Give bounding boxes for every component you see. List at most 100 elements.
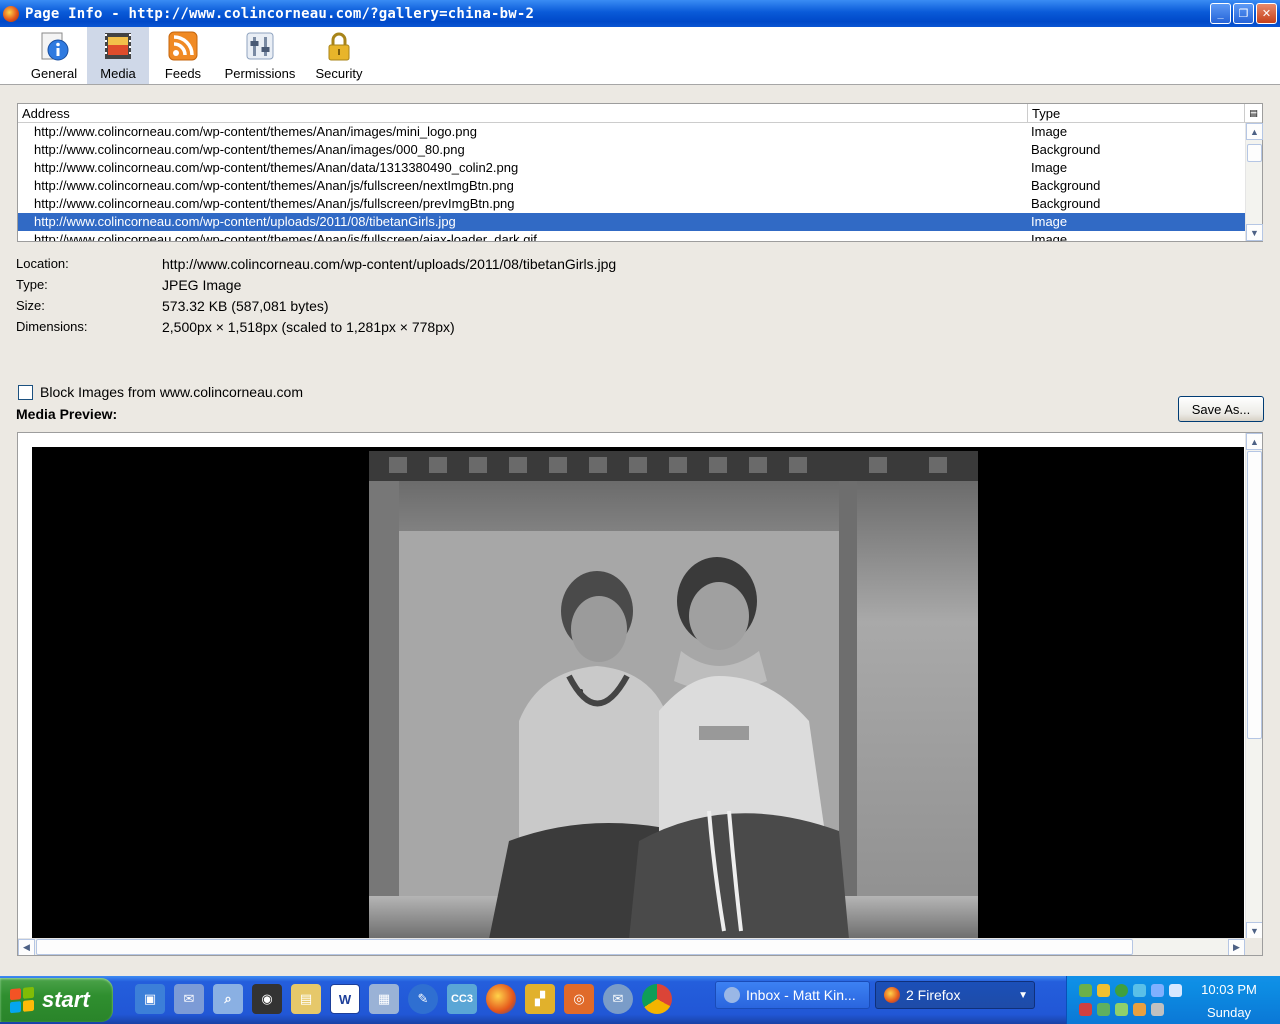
sync-icon[interactable] bbox=[1133, 984, 1146, 997]
tab-general-label: General bbox=[30, 66, 78, 81]
start-label: start bbox=[42, 987, 90, 1012]
media-list-rows: http://www.colincorneau.com/wp-content/t… bbox=[18, 123, 1245, 241]
save-as-button[interactable]: Save As... bbox=[1178, 396, 1264, 422]
tab-feeds-label: Feeds bbox=[164, 66, 202, 81]
column-address[interactable]: Address bbox=[18, 104, 1028, 122]
cc3-icon[interactable]: CC3 bbox=[447, 984, 477, 1014]
preview-vertical-scrollbar[interactable]: ▲ ▼ bbox=[1245, 433, 1262, 939]
tab-feeds[interactable]: Feeds bbox=[160, 27, 206, 84]
taskbar: start ▣ ✉ ⌕ ◉ ▤ W ▦ ✎ CC3 ▞ ◎ ✉ Inbox - … bbox=[0, 976, 1280, 1024]
start-button[interactable]: start bbox=[0, 978, 113, 1022]
task-inbox-label: Inbox - Matt Kin... bbox=[746, 987, 856, 1003]
search-icon[interactable]: ⌕ bbox=[213, 984, 243, 1014]
media-list[interactable]: Address Type ▤ http://www.colincorneau.c… bbox=[17, 103, 1263, 242]
scroll-down-icon[interactable]: ▼ bbox=[1246, 922, 1262, 939]
scroll-down-icon[interactable]: ▼ bbox=[1246, 224, 1263, 241]
tab-media-label: Media bbox=[100, 66, 136, 81]
row-address: http://www.colincorneau.com/wp-content/t… bbox=[34, 124, 477, 139]
task-firefox[interactable]: 2 Firefox ▼ bbox=[875, 981, 1035, 1009]
location-label: Location: bbox=[16, 256, 69, 271]
table-row[interactable]: http://www.colincorneau.com/wp-content/t… bbox=[18, 123, 1245, 141]
camera-icon[interactable]: ◉ bbox=[252, 984, 282, 1014]
preview-photo bbox=[369, 451, 978, 939]
thunderbird-icon[interactable]: ✉ bbox=[603, 984, 633, 1014]
word-icon[interactable]: W bbox=[330, 984, 360, 1014]
column-type[interactable]: Type bbox=[1028, 104, 1244, 122]
table-row[interactable]: http://www.colincorneau.com/wp-content/t… bbox=[18, 141, 1245, 159]
volume-icon[interactable] bbox=[1151, 1003, 1164, 1016]
chrome-icon[interactable] bbox=[642, 984, 672, 1014]
system-tray: 10:03 PM Sunday bbox=[1066, 976, 1280, 1024]
info-icon bbox=[41, 32, 69, 61]
tab-permissions[interactable]: Permissions bbox=[221, 27, 299, 84]
close-button[interactable]: ✕ bbox=[1256, 3, 1277, 24]
eye-icon[interactable]: ◎ bbox=[564, 984, 594, 1014]
lock-icon bbox=[328, 32, 350, 61]
folder-icon[interactable]: ▤ bbox=[291, 984, 321, 1014]
shield-icon[interactable] bbox=[1115, 984, 1128, 997]
update-icon[interactable] bbox=[1097, 1003, 1110, 1016]
tab-security[interactable]: Security bbox=[311, 27, 367, 84]
pen-icon[interactable]: ✎ bbox=[408, 984, 438, 1014]
window-title: Page Info - http://www.colincorneau.com/… bbox=[25, 5, 535, 22]
chevron-down-icon: ▼ bbox=[1018, 989, 1028, 1001]
home-icon[interactable] bbox=[1115, 1003, 1128, 1016]
block-images-option[interactable]: Block Images from www.colincorneau.com bbox=[18, 384, 303, 400]
timer-icon[interactable] bbox=[1097, 984, 1110, 997]
bluetooth-icon[interactable] bbox=[1169, 984, 1182, 997]
title-bar: Page Info - http://www.colincorneau.com/… bbox=[0, 0, 1280, 27]
minimize-button[interactable]: _ bbox=[1210, 3, 1231, 24]
firefox-icon[interactable] bbox=[486, 984, 516, 1014]
firefox-icon bbox=[884, 987, 900, 1003]
network-icon[interactable] bbox=[1079, 984, 1092, 997]
page-info-toolbar: General Media Feeds Permissions Security bbox=[0, 27, 1280, 85]
scroll-right-icon[interactable]: ▶ bbox=[1228, 939, 1245, 955]
grid-app-icon[interactable]: ▞ bbox=[525, 984, 555, 1014]
row-address: http://www.colincorneau.com/wp-content/t… bbox=[34, 196, 515, 211]
scroll-left-icon[interactable]: ◀ bbox=[18, 939, 35, 955]
type-value: JPEG Image bbox=[162, 277, 242, 293]
table-row[interactable]: http://www.colincorneau.com/wp-content/t… bbox=[18, 195, 1245, 213]
rss-icon bbox=[168, 31, 198, 61]
outlook-icon[interactable]: ✉ bbox=[174, 984, 204, 1014]
row-type: Background bbox=[1031, 142, 1101, 157]
row-address: http://www.colincorneau.com/wp-content/u… bbox=[34, 214, 456, 229]
tab-general[interactable]: General bbox=[29, 27, 79, 84]
clock[interactable]: 10:03 PM Sunday bbox=[1199, 982, 1259, 1020]
dimensions-value: 2,500px × 1,518px (scaled to 1,281px × 7… bbox=[162, 319, 455, 335]
table-row[interactable]: http://www.colincorneau.com/wp-content/t… bbox=[18, 231, 1245, 241]
scroll-thumb[interactable] bbox=[1247, 144, 1262, 162]
task-inbox[interactable]: Inbox - Matt Kin... bbox=[715, 981, 870, 1009]
table-row-selected[interactable]: http://www.colincorneau.com/wp-content/u… bbox=[18, 213, 1245, 231]
tab-permissions-label: Permissions bbox=[224, 66, 296, 81]
row-type: Background bbox=[1031, 178, 1101, 193]
scroll-up-icon[interactable]: ▲ bbox=[1246, 433, 1262, 450]
scroll-thumb[interactable] bbox=[36, 939, 1133, 955]
windows-flag-icon bbox=[10, 986, 34, 1014]
preview-horizontal-scrollbar[interactable]: ◀ ▶ bbox=[18, 938, 1245, 955]
table-row[interactable]: http://www.colincorneau.com/wp-content/t… bbox=[18, 177, 1245, 195]
tab-media[interactable]: Media bbox=[87, 27, 149, 84]
security-tray-icon[interactable] bbox=[1133, 1003, 1146, 1016]
row-type: Image bbox=[1031, 214, 1068, 229]
show-desktop-icon[interactable]: ▣ bbox=[135, 984, 165, 1014]
calculator-icon[interactable]: ▦ bbox=[369, 984, 399, 1014]
row-type: Background bbox=[1031, 196, 1101, 211]
media-preview-label: Media Preview: bbox=[16, 406, 118, 422]
media-list-scrollbar[interactable]: ▲ ▼ bbox=[1245, 123, 1263, 241]
mail-icon bbox=[724, 987, 740, 1003]
column-picker-icon[interactable]: ▤ bbox=[1244, 104, 1262, 122]
row-address: http://www.colincorneau.com/wp-content/t… bbox=[34, 232, 537, 241]
scroll-thumb[interactable] bbox=[1247, 451, 1262, 739]
clock-day: Sunday bbox=[1206, 1005, 1252, 1020]
clock-time: 10:03 PM bbox=[1201, 982, 1257, 997]
firefox-icon bbox=[3, 5, 19, 22]
size-value: 573.32 KB (587,081 bytes) bbox=[162, 298, 329, 314]
media-preview-pane: ▲ ▼ ◀ ▶ bbox=[17, 432, 1263, 956]
pen-tray-icon[interactable] bbox=[1079, 1003, 1092, 1016]
restore-button[interactable]: ❐ bbox=[1233, 3, 1254, 24]
block-images-checkbox[interactable] bbox=[18, 384, 33, 400]
wireless-icon[interactable] bbox=[1151, 984, 1164, 997]
scroll-up-icon[interactable]: ▲ bbox=[1246, 123, 1263, 140]
table-row[interactable]: http://www.colincorneau.com/wp-content/t… bbox=[18, 159, 1245, 177]
